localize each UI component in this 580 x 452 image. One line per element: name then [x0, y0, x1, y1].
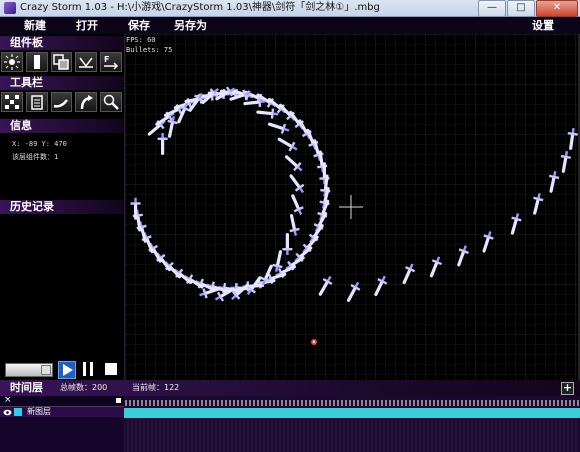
rotate-tool-icon[interactable] — [75, 92, 98, 112]
close-button[interactable]: ✕ — [536, 0, 578, 17]
zoom-icon[interactable] — [100, 92, 122, 112]
layer-frame-bar[interactable] — [124, 408, 580, 418]
eye-icon[interactable] — [3, 409, 12, 416]
current-frame: 当前帧：122 — [132, 383, 180, 392]
menu-bar: 新建 打开 保存 另存为 设置 — [0, 17, 580, 34]
add-layer-button[interactable]: + — [561, 382, 574, 395]
playback-controls — [0, 361, 124, 380]
grid-align-icon[interactable] — [1, 92, 23, 112]
play-button[interactable] — [58, 361, 76, 379]
layer-panel: × 新图层 — [0, 395, 124, 452]
menu-settings[interactable]: 设置 — [532, 18, 554, 33]
force-field-icon[interactable]: F — [100, 52, 122, 72]
component-toolbar: F — [0, 51, 124, 73]
emitter-icon[interactable] — [1, 52, 23, 72]
info-header: 信息 — [0, 119, 124, 133]
scroll-marker — [116, 398, 121, 403]
fps-readout: FPS: 60 — [126, 36, 156, 44]
clipboard-icon[interactable] — [25, 92, 48, 112]
tools-header: 工具栏 — [0, 76, 124, 90]
layer-name: 新图层 — [27, 407, 51, 416]
reflector-icon[interactable] — [75, 52, 98, 72]
minimize-button[interactable]: — — [478, 0, 506, 17]
layer-component-count: 该层组件数：1 — [12, 153, 59, 161]
stop-button[interactable] — [103, 361, 119, 377]
menu-new[interactable]: 新建 — [24, 18, 46, 33]
bullet-count: Bullets: 75 — [126, 46, 173, 54]
sidebar: 组件板 F 工具栏 信息 X: -89 Y: 470 该层组件数：1 历史记录 — [0, 34, 125, 380]
timeline-header: 时间层 总帧数：200 当前帧：122 + — [0, 380, 580, 396]
timeline-title: 时间层 — [10, 381, 43, 394]
tool-toolbar — [0, 91, 124, 113]
debug-overlay: FPS: 60 Bullets: 75 — [126, 35, 172, 55]
menu-save[interactable]: 保存 — [128, 18, 150, 33]
slider-handle[interactable] — [41, 365, 51, 375]
maximize-button[interactable]: □ — [507, 0, 535, 17]
menu-save-as[interactable]: 另存为 — [174, 18, 207, 33]
total-frames: 总帧数：200 — [60, 383, 108, 392]
app-icon — [4, 2, 16, 14]
laser-icon[interactable] — [25, 52, 48, 72]
stage-canvas[interactable]: FPS: 60 Bullets: 75 — [125, 34, 580, 380]
layer-row[interactable]: 新图层 — [0, 407, 124, 417]
pause-button[interactable] — [80, 361, 96, 377]
frame-track[interactable] — [124, 396, 580, 452]
menu-open[interactable]: 打开 — [76, 18, 98, 33]
close-timeline-button[interactable]: × — [4, 395, 12, 406]
history-header: 历史记录 — [0, 200, 124, 214]
components-header: 组件板 — [0, 36, 124, 50]
curve-tool-icon[interactable] — [50, 92, 73, 112]
speed-slider[interactable] — [5, 363, 53, 377]
svg-text:F: F — [104, 55, 109, 64]
title-bar: Crazy Storm 1.03 - H:\小游戏\CrazyStorm 1.0… — [0, 0, 580, 17]
coordinates-readout: X: -89 Y: 470 — [12, 140, 67, 148]
copy-layer-icon[interactable] — [50, 52, 73, 72]
layer-color-swatch[interactable] — [14, 408, 22, 416]
window-title: Crazy Storm 1.03 - H:\小游戏\CrazyStorm 1.0… — [20, 2, 380, 13]
